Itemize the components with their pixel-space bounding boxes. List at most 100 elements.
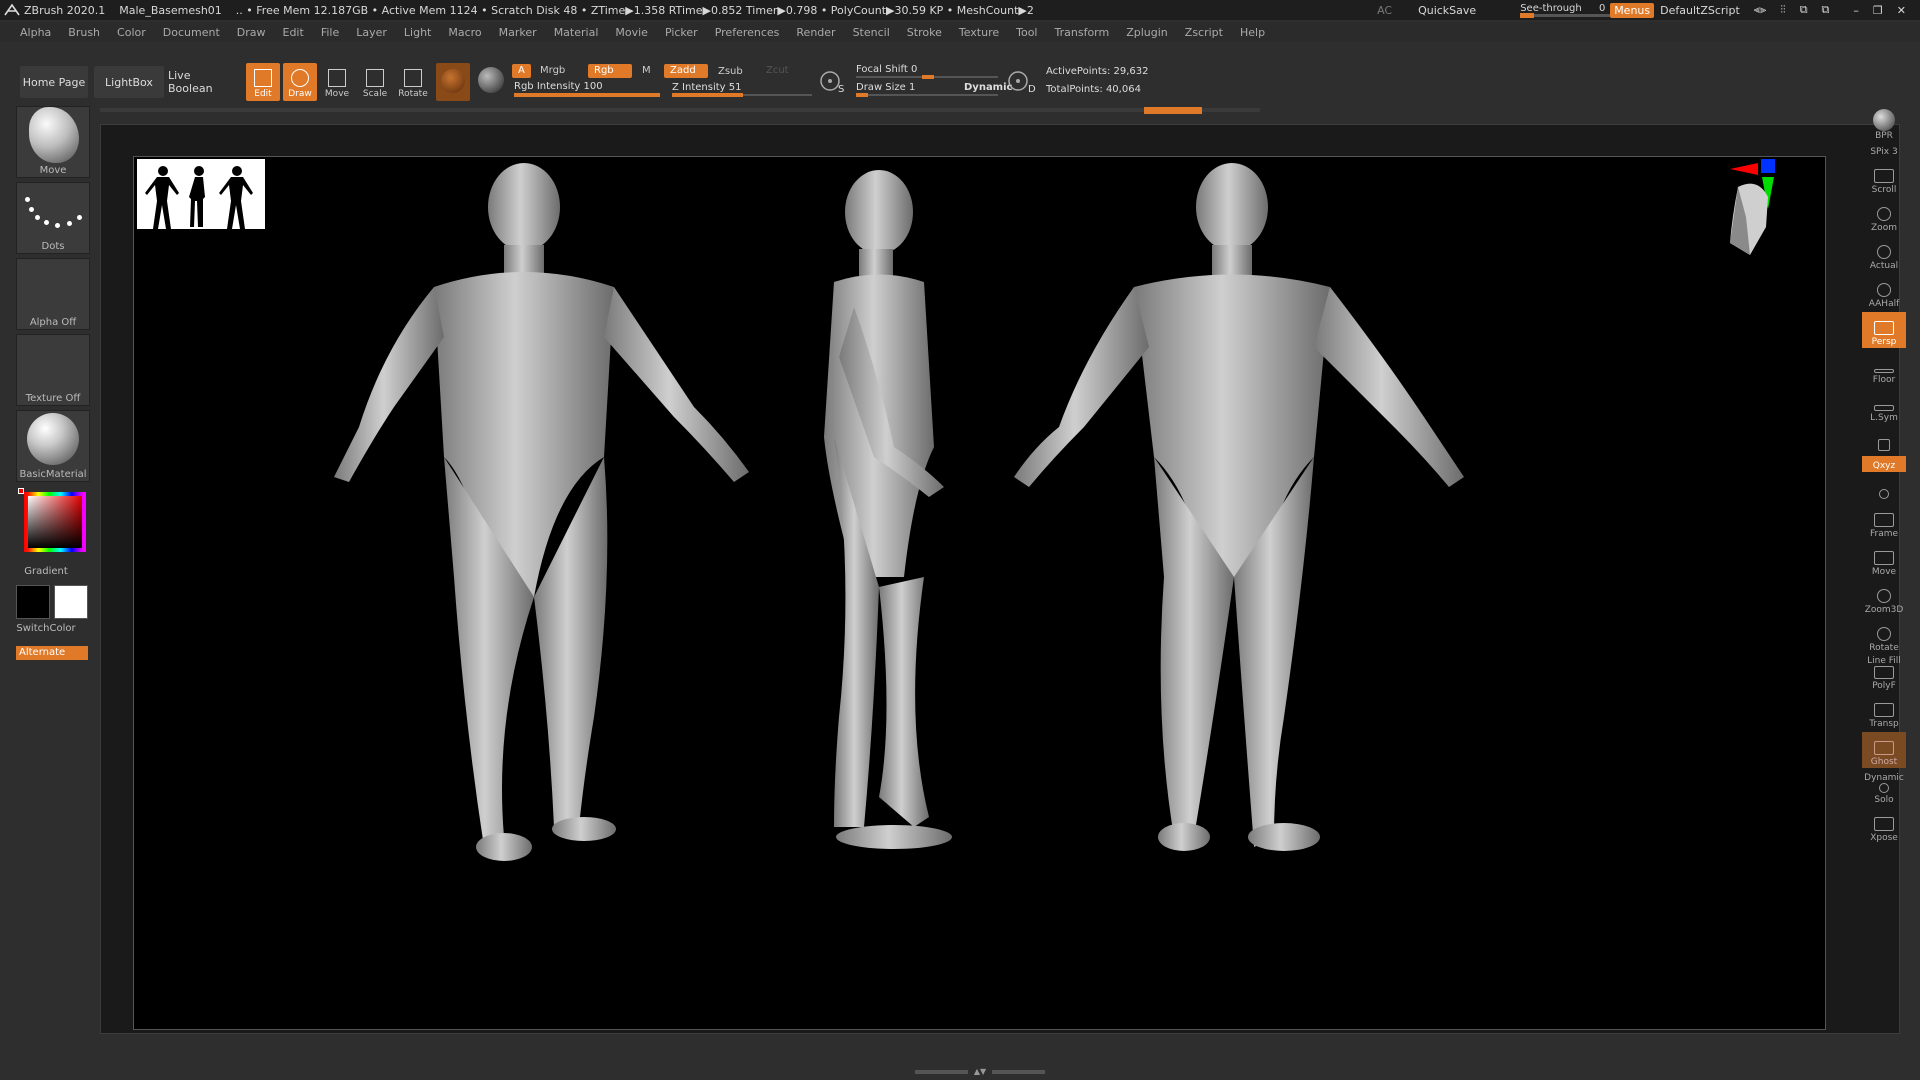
minimize-icon[interactable]: – xyxy=(1853,4,1859,17)
switchcolor-button[interactable]: SwitchColor xyxy=(16,623,76,634)
home-page-button[interactable]: Home Page xyxy=(20,66,88,98)
document-scroll-thumb[interactable] xyxy=(1144,107,1202,114)
a-button[interactable]: A xyxy=(512,64,531,78)
aahalf-button[interactable]: AAHalf xyxy=(1862,274,1906,310)
draw-button[interactable]: Draw xyxy=(283,63,317,101)
menu-render[interactable]: Render xyxy=(796,26,835,39)
menu-marker[interactable]: Marker xyxy=(499,26,537,39)
menu-layer[interactable]: Layer xyxy=(356,26,387,39)
menu-picker[interactable]: Picker xyxy=(665,26,698,39)
menu-zscript[interactable]: Zscript xyxy=(1185,26,1223,39)
window-tile2-icon[interactable]: ⧉ xyxy=(1822,3,1830,17)
secondary-color-swatch[interactable] xyxy=(54,585,88,619)
edit-button[interactable]: Edit xyxy=(246,63,280,101)
persp-button[interactable]: Persp xyxy=(1862,312,1906,348)
draw-size-slider[interactable]: Draw Size 1 xyxy=(856,82,915,93)
menu-stroke[interactable]: Stroke xyxy=(907,26,942,39)
focal-shift-knob[interactable] xyxy=(922,75,934,79)
menu-color[interactable]: Color xyxy=(117,26,146,39)
restore-icon[interactable]: ❐ xyxy=(1873,4,1883,17)
menu-preferences[interactable]: Preferences xyxy=(715,26,780,39)
lock-button[interactable] xyxy=(1862,426,1906,454)
menu-file[interactable]: File xyxy=(321,26,339,39)
menu-document[interactable]: Document xyxy=(163,26,220,39)
m-button[interactable]: M xyxy=(636,64,657,78)
transp-button[interactable]: Transp xyxy=(1862,694,1906,730)
rgb-intensity-slider[interactable]: Rgb Intensity 100 xyxy=(514,81,603,92)
brush-thumb-button[interactable] xyxy=(474,63,508,101)
seethrough-knob[interactable] xyxy=(1520,13,1535,18)
zcut-button[interactable]: Zcut xyxy=(760,64,795,78)
focal-shift-track[interactable] xyxy=(856,75,998,79)
zoom-button[interactable]: Zoom xyxy=(1862,198,1906,234)
frame-button[interactable]: Frame xyxy=(1862,504,1906,540)
menu-alpha[interactable]: Alpha xyxy=(20,26,51,39)
menu-zplugin[interactable]: Zplugin xyxy=(1126,26,1168,39)
quicksave-button[interactable]: QuickSave xyxy=(1418,4,1476,17)
rgb-intensity-track[interactable] xyxy=(514,93,660,97)
z-intensity-slider[interactable]: Z Intensity 51 xyxy=(672,82,741,93)
material-thumb-button[interactable] xyxy=(436,63,470,101)
material-thumbnail[interactable]: BasicMaterial xyxy=(16,410,90,482)
rotate-button[interactable]: Rotate xyxy=(396,63,430,101)
zoom3d-button[interactable]: Zoom3D xyxy=(1862,580,1906,616)
menu-help[interactable]: Help xyxy=(1240,26,1265,39)
ui-toggle-icon[interactable]: ⫶⫶ xyxy=(1780,3,1786,17)
draw-size-track[interactable] xyxy=(856,93,998,97)
rotation-axis-buttons[interactable] xyxy=(1862,474,1906,502)
solo-button[interactable]: Dynamic Solo xyxy=(1862,770,1906,806)
viewport-canvas[interactable] xyxy=(133,156,1826,1030)
brush-thumbnail[interactable]: Move xyxy=(16,106,90,178)
focal-shift-slider[interactable]: Focal Shift 0 xyxy=(856,64,917,75)
z-intensity-track[interactable] xyxy=(672,93,812,97)
menus-button[interactable]: Menus xyxy=(1610,2,1655,18)
default-zscript[interactable]: DefaultZScript xyxy=(1660,4,1740,17)
lightbox-button[interactable]: LightBox xyxy=(94,66,164,98)
alternate-button[interactable]: Alternate xyxy=(16,646,88,660)
lsym-button[interactable]: L.Sym xyxy=(1862,388,1906,424)
layout-arrows-icon[interactable]: ⫷⫸ xyxy=(1754,3,1766,17)
menu-material[interactable]: Material xyxy=(554,26,599,39)
menu-tool[interactable]: Tool xyxy=(1016,26,1037,39)
color-picker[interactable] xyxy=(16,486,92,564)
live-boolean-button[interactable]: Live Boolean xyxy=(168,66,238,98)
seethrough-slider[interactable]: See-through 0 xyxy=(1506,3,1611,18)
move-view-button[interactable]: Move xyxy=(1862,542,1906,578)
main-color-swatch[interactable] xyxy=(16,585,50,619)
window-tile-icon[interactable]: ⧉ xyxy=(1800,3,1808,17)
zadd-button[interactable]: Zadd xyxy=(664,64,708,78)
scale-button[interactable]: Scale xyxy=(358,63,392,101)
close-icon[interactable]: ✕ xyxy=(1897,4,1906,17)
stroke-thumbnail[interactable]: Dots xyxy=(16,182,90,254)
document-scrollbar[interactable] xyxy=(100,108,1260,112)
polyf-button[interactable]: Line Fill PolyF xyxy=(1862,656,1906,692)
mesh-figures-image[interactable] xyxy=(134,157,1826,1030)
rgb-button[interactable]: Rgb xyxy=(588,64,632,78)
mrgb-button[interactable]: Mrgb xyxy=(534,64,571,78)
bottom-tray-handle[interactable]: ▲▼ xyxy=(915,1068,1045,1076)
menu-macro[interactable]: Macro xyxy=(448,26,481,39)
color-square[interactable] xyxy=(24,492,86,552)
ghost-button[interactable]: Ghost xyxy=(1862,732,1906,768)
xyz-button[interactable]: Qxyz xyxy=(1862,456,1906,472)
expand-arrows-icon[interactable]: ▲▼ xyxy=(972,1068,988,1076)
rotate-view-button[interactable]: Rotate xyxy=(1862,618,1906,654)
bpr-button[interactable]: BPR xyxy=(1862,106,1906,142)
xpose-button[interactable]: Xpose xyxy=(1862,808,1906,844)
menu-texture[interactable]: Texture xyxy=(959,26,999,39)
menu-movie[interactable]: Movie xyxy=(615,26,648,39)
scroll-button[interactable]: Scroll xyxy=(1862,160,1906,196)
alpha-thumbnail[interactable]: Alpha Off xyxy=(16,258,90,330)
actual-button[interactable]: Actual xyxy=(1862,236,1906,272)
zsub-button[interactable]: Zsub xyxy=(712,65,749,79)
menu-brush[interactable]: Brush xyxy=(68,26,100,39)
gradient-label[interactable]: Gradient xyxy=(16,566,76,577)
move-button[interactable]: Move xyxy=(320,63,354,101)
texture-thumbnail[interactable]: Texture Off xyxy=(16,334,90,406)
menu-transform[interactable]: Transform xyxy=(1055,26,1110,39)
menu-stencil[interactable]: Stencil xyxy=(853,26,890,39)
menu-edit[interactable]: Edit xyxy=(283,26,304,39)
menu-draw[interactable]: Draw xyxy=(237,26,266,39)
navigation-head-gizmo[interactable] xyxy=(1728,157,1818,267)
spix-slider[interactable]: SPix 3 xyxy=(1862,144,1906,158)
